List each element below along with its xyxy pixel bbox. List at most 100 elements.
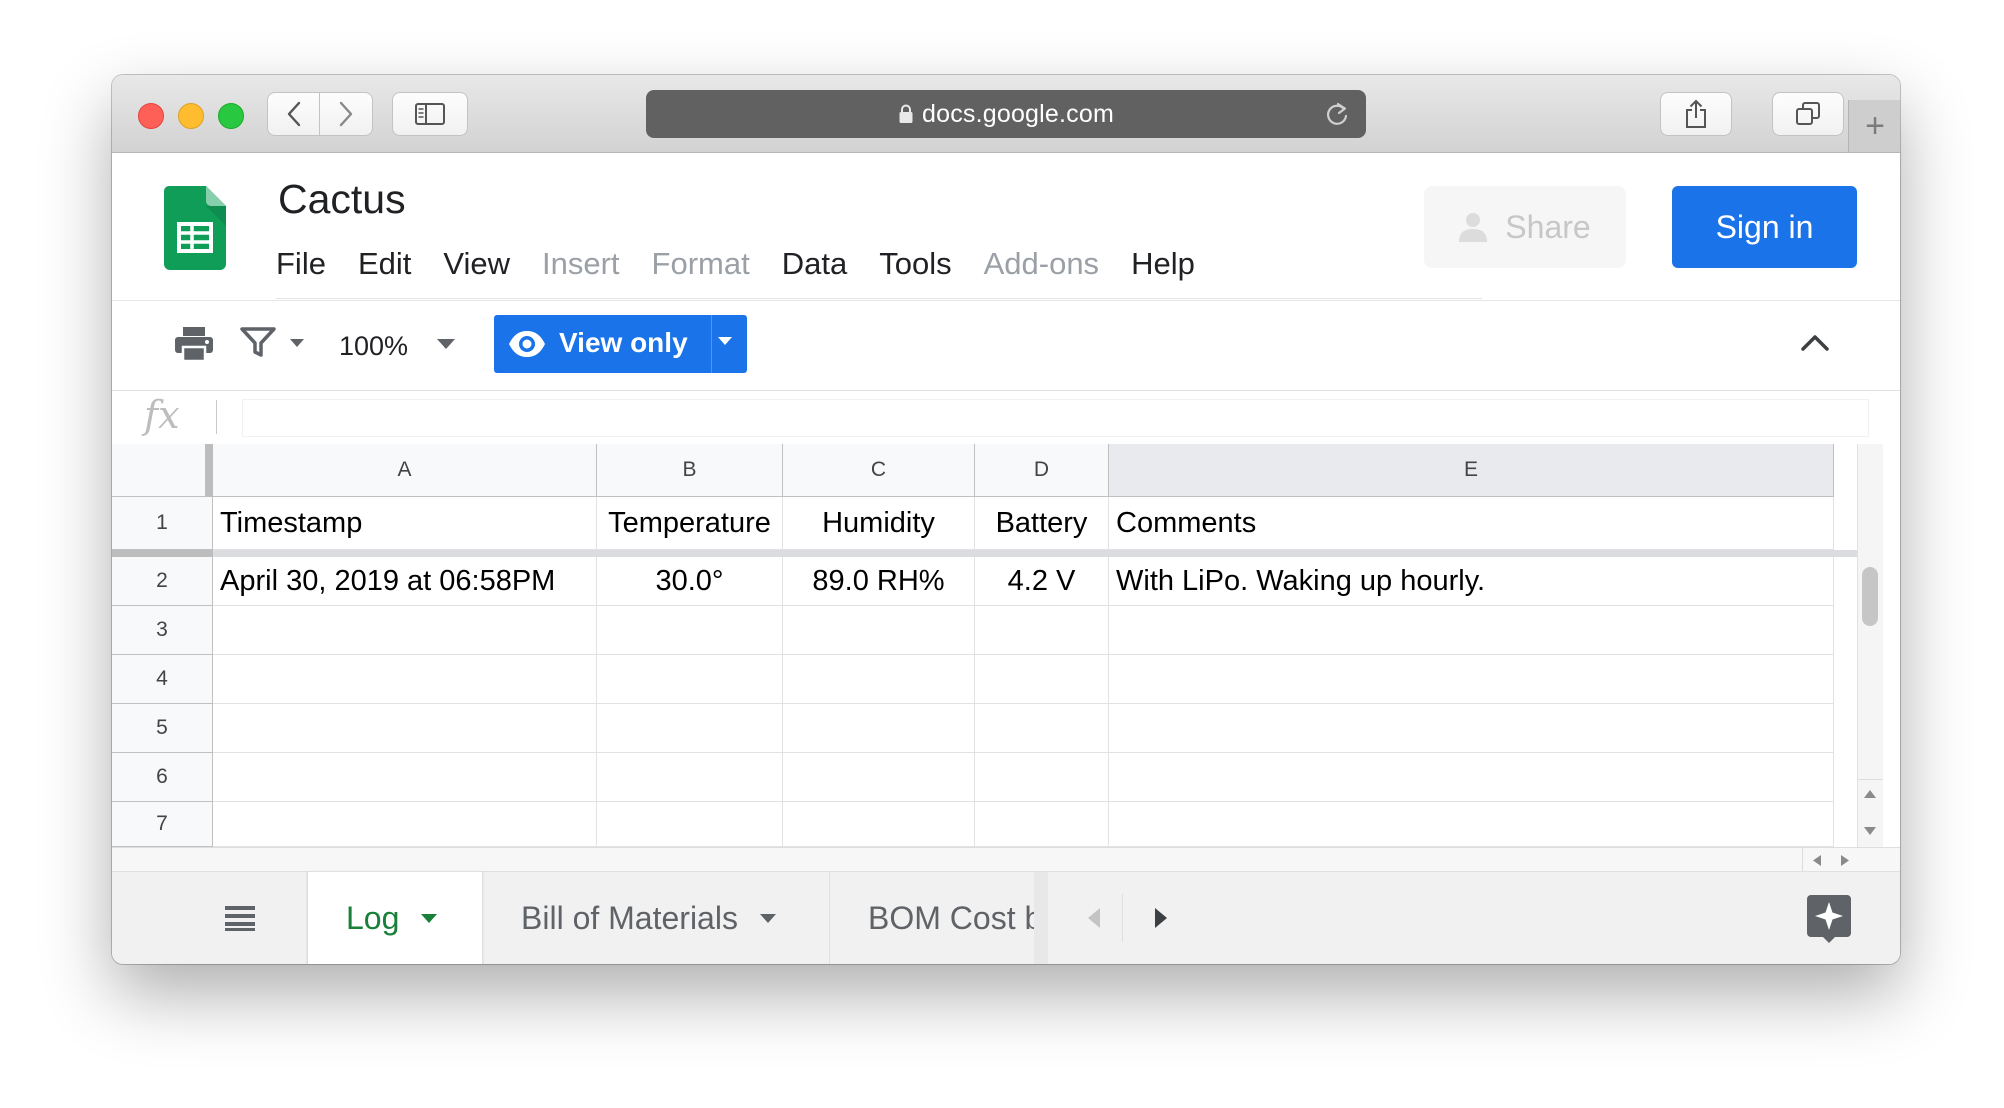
zoom-dropdown-caret-icon[interactable]: [437, 339, 455, 349]
close-window-button[interactable]: [138, 103, 164, 129]
cell-c6[interactable]: [783, 753, 975, 802]
cell-b3[interactable]: [597, 606, 783, 655]
share-page-button[interactable]: [1660, 92, 1732, 136]
chevron-down-icon[interactable]: [759, 914, 776, 923]
column-header-e[interactable]: E: [1109, 444, 1834, 497]
cell-c5[interactable]: [783, 704, 975, 753]
cell-a4[interactable]: [213, 655, 597, 704]
cell-e1[interactable]: Comments: [1109, 497, 1834, 550]
scroll-right-icon[interactable]: [1841, 855, 1849, 866]
column-header-c[interactable]: C: [783, 444, 975, 497]
chevron-up-icon[interactable]: [1800, 332, 1830, 352]
cell-b7[interactable]: [597, 802, 783, 847]
cell-a5[interactable]: [213, 704, 597, 753]
cell-d4[interactable]: [975, 655, 1109, 704]
print-icon[interactable]: [174, 326, 214, 362]
cell-c2[interactable]: 89.0 RH%: [783, 557, 975, 606]
cell-a2[interactable]: April 30, 2019 at 06:58PM: [213, 557, 597, 606]
menu-data[interactable]: Data: [782, 246, 847, 286]
vertical-scrollbar[interactable]: [1857, 444, 1883, 847]
scroll-tabs-right-icon[interactable]: [1155, 908, 1167, 928]
share-button[interactable]: Share: [1424, 186, 1626, 268]
sign-in-button[interactable]: Sign in: [1672, 186, 1857, 268]
new-tab-button[interactable]: +: [1848, 100, 1900, 152]
cell-e6[interactable]: [1109, 753, 1834, 802]
cell-e7[interactable]: [1109, 802, 1834, 847]
filter-icon[interactable]: [240, 326, 276, 358]
cell-c1[interactable]: Humidity: [783, 497, 975, 550]
column-header-d[interactable]: D: [975, 444, 1109, 497]
filter-dropdown-caret-icon[interactable]: [290, 339, 304, 347]
horizontal-scrollbar[interactable]: [112, 847, 1900, 872]
all-sheets-menu-icon[interactable]: [225, 905, 255, 931]
cell-e5[interactable]: [1109, 704, 1834, 753]
cell-a1[interactable]: Timestamp: [213, 497, 597, 550]
select-all-corner[interactable]: [112, 444, 210, 497]
cell-b4[interactable]: [597, 655, 783, 704]
scroll-down-icon[interactable]: [1864, 827, 1876, 835]
cell-c3[interactable]: [783, 606, 975, 655]
cell-b2[interactable]: 30.0°: [597, 557, 783, 606]
cell-b5[interactable]: [597, 704, 783, 753]
zoom-select[interactable]: 100%: [339, 331, 408, 362]
sheet-tab-bill-of-materials[interactable]: Bill of Materials: [483, 872, 829, 964]
sidebar-toggle-button[interactable]: [392, 92, 468, 136]
freeze-row-handle[interactable]: [112, 550, 213, 557]
sheet-tab-bom-cost[interactable]: BOM Cost b: [830, 872, 1034, 964]
cell-c4[interactable]: [783, 655, 975, 704]
menu-insert[interactable]: Insert: [542, 246, 620, 286]
cell-d6[interactable]: [975, 753, 1109, 802]
view-only-button[interactable]: View only: [494, 315, 747, 373]
row-header-2[interactable]: 2: [112, 557, 213, 606]
cell-b6[interactable]: [597, 753, 783, 802]
scroll-tabs-left-icon[interactable]: [1088, 908, 1100, 928]
show-tabs-button[interactable]: [1772, 92, 1844, 136]
document-title[interactable]: Cactus: [278, 176, 406, 223]
menu-edit[interactable]: Edit: [358, 246, 411, 286]
address-bar[interactable]: docs.google.com: [646, 90, 1366, 138]
row-header-4[interactable]: 4: [112, 655, 213, 704]
column-header-b[interactable]: B: [597, 444, 783, 497]
menu-tools[interactable]: Tools: [879, 246, 951, 286]
scroll-up-icon[interactable]: [1864, 790, 1876, 798]
reload-icon[interactable]: [1324, 100, 1350, 128]
chevron-down-icon[interactable]: [421, 914, 438, 923]
cell-a6[interactable]: [213, 753, 597, 802]
row-header-3[interactable]: 3: [112, 606, 213, 655]
maximize-window-button[interactable]: [218, 103, 244, 129]
formula-input[interactable]: [242, 399, 1869, 437]
cell-e2[interactable]: With LiPo. Waking up hourly.: [1109, 557, 1834, 606]
cell-e3[interactable]: [1109, 606, 1834, 655]
cell-d7[interactable]: [975, 802, 1109, 847]
vertical-scroll-thumb[interactable]: [1862, 567, 1878, 626]
menu-file[interactable]: File: [276, 246, 326, 286]
cell-c7[interactable]: [783, 802, 975, 847]
menu-help[interactable]: Help: [1131, 246, 1195, 286]
row-header-5[interactable]: 5: [112, 704, 213, 753]
cell-d2[interactable]: 4.2 V: [975, 557, 1109, 606]
scroll-left-icon[interactable]: [1813, 855, 1821, 866]
cell-d3[interactable]: [975, 606, 1109, 655]
freeze-column-handle[interactable]: [205, 444, 213, 497]
sheet-tab-log[interactable]: Log: [308, 872, 482, 964]
row-header-7[interactable]: 7: [112, 802, 213, 847]
menu-view[interactable]: View: [443, 246, 510, 286]
row-header-6[interactable]: 6: [112, 753, 213, 802]
address-text: docs.google.com: [921, 99, 1114, 128]
cell-d5[interactable]: [975, 704, 1109, 753]
cell-e4[interactable]: [1109, 655, 1834, 704]
explore-icon[interactable]: [1807, 895, 1851, 943]
column-header-a[interactable]: A: [213, 444, 597, 497]
forward-button[interactable]: [320, 92, 373, 136]
cell-a7[interactable]: [213, 802, 597, 847]
freeze-row-bar[interactable]: [112, 550, 1857, 557]
menu-format[interactable]: Format: [652, 246, 750, 286]
cell-b1[interactable]: Temperature: [597, 497, 783, 550]
back-button[interactable]: [267, 92, 320, 136]
cell-d1[interactable]: Battery: [975, 497, 1109, 550]
chevron-down-icon[interactable]: [718, 337, 732, 345]
menu-addons[interactable]: Add-ons: [984, 246, 1099, 286]
row-header-1[interactable]: 1: [112, 497, 213, 550]
minimize-window-button[interactable]: [178, 103, 204, 129]
cell-a3[interactable]: [213, 606, 597, 655]
